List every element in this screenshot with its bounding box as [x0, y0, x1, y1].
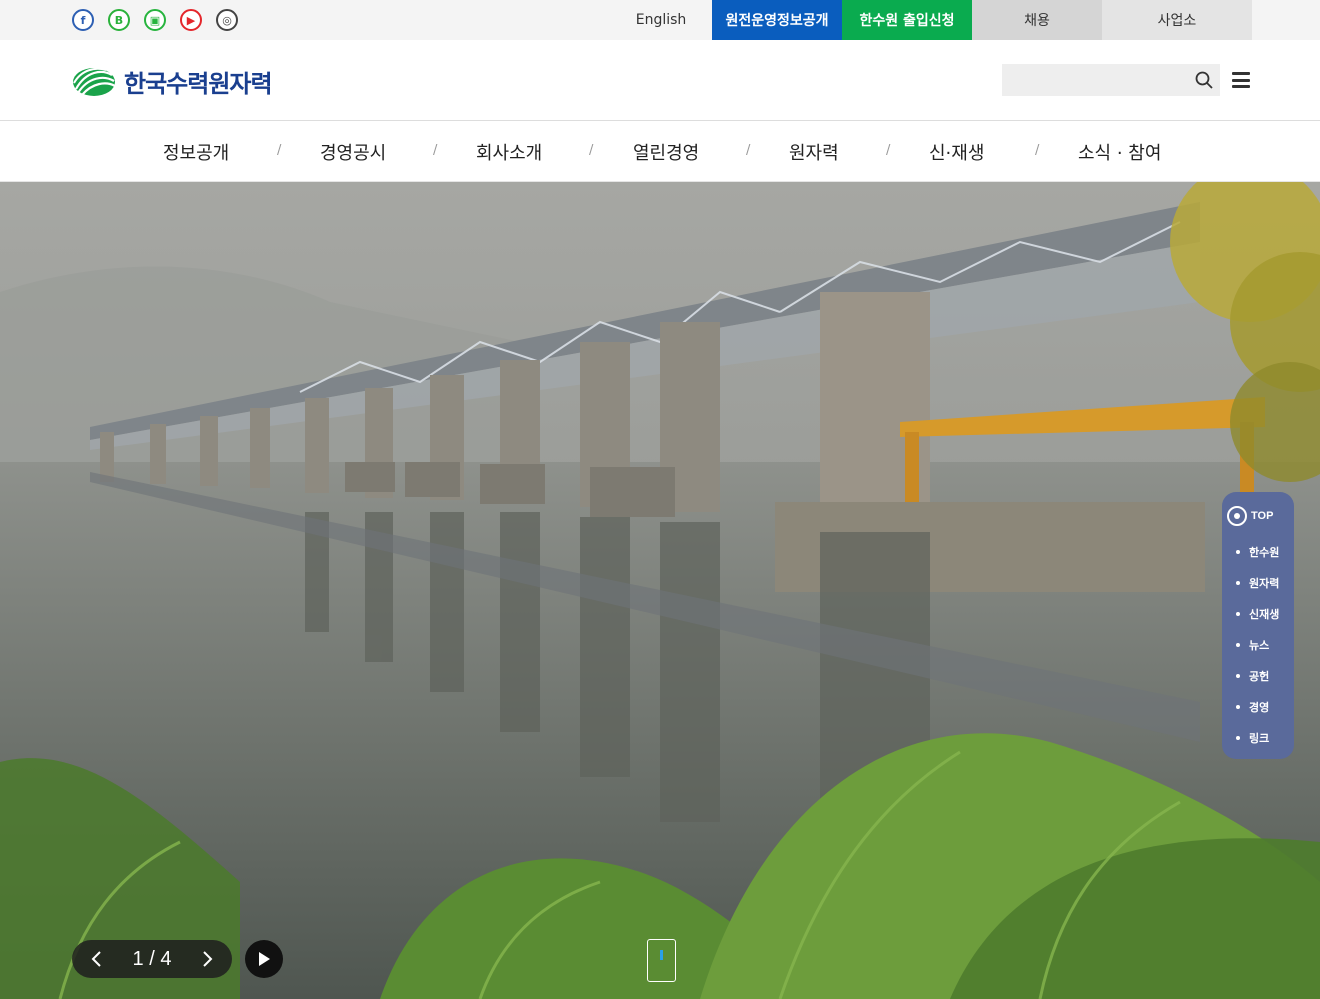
nav-renewable[interactable]: 신·재생 [929, 139, 984, 165]
logo[interactable]: 한국수력원자력 [72, 64, 273, 99]
play-icon [259, 952, 270, 966]
nav-company[interactable]: 회사소개 [476, 139, 542, 165]
youtube-icon[interactable]: ▶ [180, 9, 202, 31]
business-site-dropdown[interactable]: 사업소 [1102, 0, 1252, 40]
top-label: TOP [1251, 510, 1274, 522]
search-icon[interactable] [1194, 70, 1214, 90]
quick-item-renewable[interactable]: 신재생 [1236, 598, 1279, 629]
nav-info-disclosure[interactable]: 정보공개 [163, 139, 229, 165]
instagram-icon[interactable]: ◎ [216, 9, 238, 31]
nav-separator: / [1035, 143, 1040, 158]
facebook-icon[interactable]: f [72, 9, 94, 31]
main-navigation: 정보공개 / 경영공시 / 회사소개 / 열린경영 / 원자력 / 신·재생 /… [0, 121, 1320, 182]
khnp-logo-icon [73, 67, 116, 96]
logo-text: 한국수력원자력 [124, 70, 273, 98]
social-links: f B ▣ ▶ ◎ [72, 9, 238, 31]
quick-item-contribution[interactable]: 공헌 [1236, 660, 1279, 691]
site-header: 한국수력원자력 [0, 40, 1320, 121]
post-icon[interactable]: ▣ [144, 9, 166, 31]
access-request-link[interactable]: 한수원 출입신청 [842, 0, 972, 40]
plant-info-disclosure-link[interactable]: 원전운영정보공개 [712, 0, 842, 40]
nav-management-disclosure[interactable]: 경영공시 [320, 139, 386, 165]
search-input[interactable] [1002, 64, 1182, 96]
quick-item-khnp[interactable]: 한수원 [1236, 536, 1279, 567]
quick-menu: TOP 한수원 원자력 신재생 뉴스 공헌 경영 링크 [1222, 492, 1294, 759]
prev-slide-icon[interactable] [88, 950, 106, 968]
quick-item-links[interactable]: 링크 [1236, 722, 1279, 753]
slider-controls: 1 / 4 [72, 940, 232, 978]
quick-item-news[interactable]: 뉴스 [1236, 629, 1279, 660]
utility-bar: f B ▣ ▶ ◎ English 원전운영정보공개 한수원 출입신청 채용 사… [0, 0, 1320, 40]
hero-slider [0, 182, 1320, 999]
nav-separator: / [886, 143, 891, 158]
top-icon [1227, 506, 1247, 526]
slide-counter: 1 / 4 [132, 947, 172, 970]
nav-nuclear[interactable]: 원자력 [789, 139, 839, 165]
scroll-indicator[interactable] [647, 939, 676, 982]
nav-separator: / [277, 143, 282, 158]
blog-icon[interactable]: B [108, 9, 130, 31]
search-box [1002, 64, 1220, 96]
hero-dam-image [0, 182, 1320, 999]
nav-news-participation[interactable]: 소식 · 참여 [1078, 139, 1161, 165]
top-button[interactable]: TOP [1227, 506, 1273, 526]
quick-item-management[interactable]: 경영 [1236, 691, 1279, 722]
nav-separator: / [433, 143, 438, 158]
next-slide-icon[interactable] [198, 950, 216, 968]
nav-separator: / [589, 143, 594, 158]
english-link[interactable]: English [610, 0, 712, 40]
play-button[interactable] [245, 940, 283, 978]
menu-icon[interactable] [1232, 72, 1250, 88]
recruit-link[interactable]: 채용 [972, 0, 1102, 40]
quick-menu-list: 한수원 원자력 신재생 뉴스 공헌 경영 링크 [1236, 536, 1279, 753]
nav-separator: / [746, 143, 751, 158]
nav-open-management[interactable]: 열린경영 [633, 139, 699, 165]
quick-item-nuclear[interactable]: 원자력 [1236, 567, 1279, 598]
